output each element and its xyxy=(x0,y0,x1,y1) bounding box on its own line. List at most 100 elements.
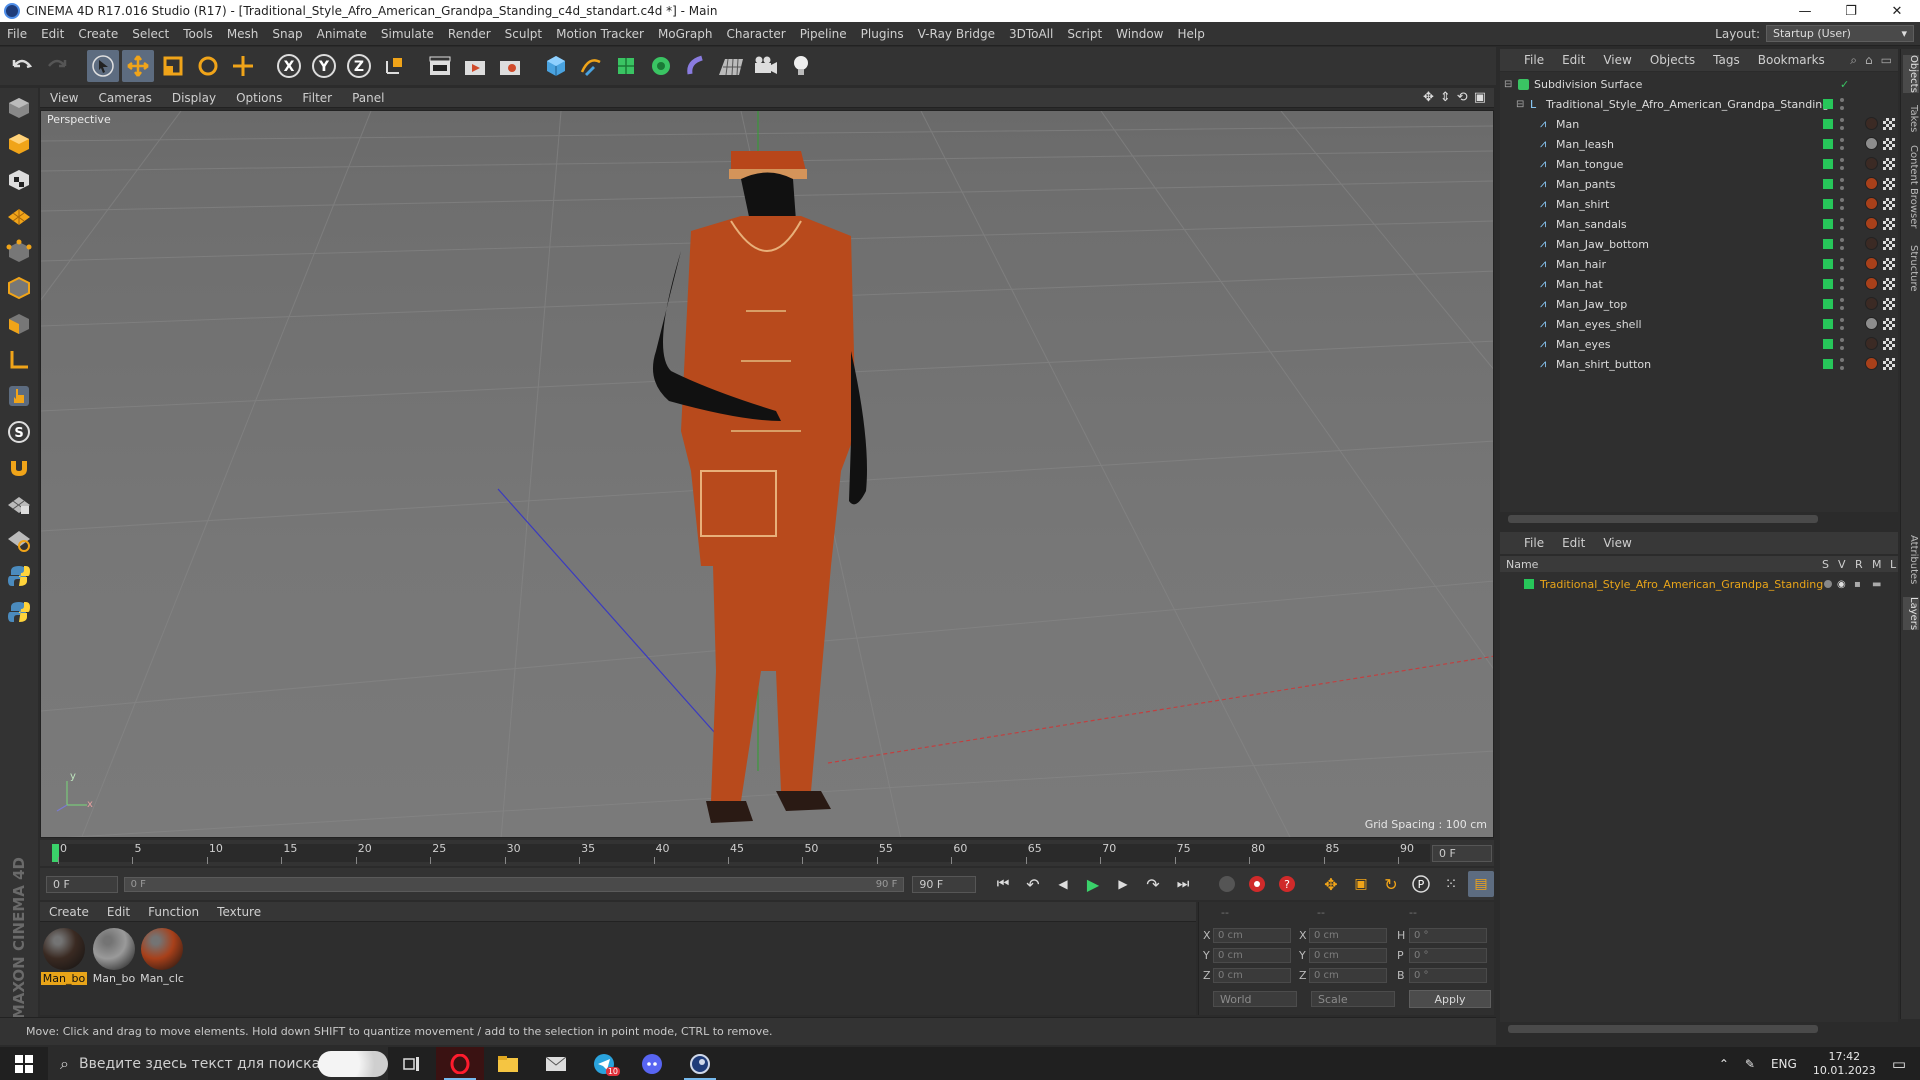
visibility-dots[interactable] xyxy=(1840,218,1844,230)
pos-y-field[interactable]: 0 cm xyxy=(1213,948,1291,963)
layer-color-swatch[interactable] xyxy=(1823,179,1833,189)
3d-viewport[interactable]: Perspective y x Grid Spacing : 100 cm xyxy=(40,110,1494,838)
texture-mode-button[interactable] xyxy=(3,164,35,196)
texture-tag-icon[interactable] xyxy=(1883,278,1895,290)
collapse-toggle-icon[interactable]: ⊟ xyxy=(1504,79,1512,90)
menu-simulate[interactable]: Simulate xyxy=(374,27,441,41)
menu-character[interactable]: Character xyxy=(719,27,792,41)
undo-button[interactable] xyxy=(6,50,38,82)
texture-tag-icon[interactable] xyxy=(1883,358,1895,370)
menu-script[interactable]: Script xyxy=(1060,27,1109,41)
visibility-dots[interactable] xyxy=(1840,278,1844,290)
texture-tag-icon[interactable] xyxy=(1883,178,1895,190)
material-item[interactable]: Man_clc xyxy=(140,928,184,985)
material-item[interactable]: Man_bo xyxy=(92,928,136,985)
cinema4d-app[interactable] xyxy=(676,1047,724,1080)
home-icon[interactable]: ⌂ xyxy=(1861,53,1877,67)
coordinate-system-button[interactable] xyxy=(378,50,410,82)
tab-attributes[interactable]: Attributes xyxy=(1903,535,1919,584)
object-row[interactable]: ⩘ Man_hat xyxy=(1500,274,1898,294)
object-row[interactable]: ⩘ Man_leash xyxy=(1500,134,1898,154)
points-mode-button[interactable] xyxy=(3,236,35,268)
layer-color-swatch[interactable] xyxy=(1823,159,1833,169)
magnet-button[interactable] xyxy=(3,452,35,484)
horizontal-scrollbar[interactable] xyxy=(1508,515,1818,523)
character-model[interactable] xyxy=(652,151,867,823)
polygons-mode-button[interactable] xyxy=(3,308,35,340)
layer-row[interactable]: Traditional_Style_Afro_American_Grandpa_… xyxy=(1500,574,1898,594)
material-tag-icon[interactable] xyxy=(1865,357,1878,370)
material-tag-icon[interactable] xyxy=(1865,137,1878,150)
tab-structure[interactable]: Structure xyxy=(1903,245,1919,292)
orbit-icon[interactable]: ⟲ xyxy=(1457,90,1468,105)
render-settings-button[interactable] xyxy=(494,50,526,82)
solo-dot[interactable] xyxy=(1824,580,1832,588)
visibility-dots[interactable] xyxy=(1840,198,1844,210)
viewport-menu-display[interactable]: Display xyxy=(162,91,226,105)
object-menu-tags[interactable]: Tags xyxy=(1704,53,1749,67)
material-tag-icon[interactable] xyxy=(1865,257,1878,270)
layer-color-swatch[interactable] xyxy=(1823,99,1833,109)
python-script-button[interactable] xyxy=(3,560,35,592)
viewport-menu-filter[interactable]: Filter xyxy=(292,91,342,105)
texture-tag-icon[interactable] xyxy=(1883,238,1895,250)
visibility-dots[interactable] xyxy=(1840,338,1844,350)
minimize-button[interactable]: — xyxy=(1782,0,1828,22)
object-row[interactable]: ⊟ Subdivision Surface ✓ xyxy=(1500,74,1898,94)
material-item[interactable]: Man_bo xyxy=(40,928,88,985)
record-active-button[interactable] xyxy=(1244,871,1270,897)
visibility-dots[interactable] xyxy=(1840,178,1844,190)
apply-button[interactable]: Apply xyxy=(1409,990,1491,1008)
texture-tag-icon[interactable] xyxy=(1883,158,1895,170)
visibility-dots[interactable] xyxy=(1840,98,1844,110)
render-icon[interactable]: ▪ xyxy=(1854,579,1861,590)
light-button[interactable] xyxy=(785,50,817,82)
rot-b-field[interactable]: 0 ° xyxy=(1409,968,1487,983)
manager-icon[interactable]: ▬ xyxy=(1872,579,1881,590)
live-selection-tool[interactable] xyxy=(87,50,119,82)
menu-3dtoall[interactable]: 3DToAll xyxy=(1002,27,1060,41)
visibility-dots[interactable] xyxy=(1840,238,1844,250)
object-menu-bookmarks[interactable]: Bookmarks xyxy=(1749,53,1834,67)
menu-help[interactable]: Help xyxy=(1170,27,1211,41)
object-row[interactable]: ⩘ Man_tongue xyxy=(1500,154,1898,174)
array-button[interactable] xyxy=(645,50,677,82)
menu-pipeline[interactable]: Pipeline xyxy=(793,27,854,41)
prev-key-button[interactable]: ↶ xyxy=(1020,871,1046,897)
layer-color-swatch[interactable] xyxy=(1823,319,1833,329)
tab-objects[interactable]: Objects xyxy=(1903,55,1919,93)
tab-takes[interactable]: Takes xyxy=(1903,105,1919,132)
menu-window[interactable]: Window xyxy=(1109,27,1170,41)
coordinate-mode-dropdown[interactable]: World xyxy=(1213,991,1297,1007)
opera-app[interactable] xyxy=(436,1047,484,1080)
tab-content-browser[interactable]: Content Browser xyxy=(1903,145,1919,228)
key-parameter-button[interactable]: P xyxy=(1408,871,1434,897)
close-button[interactable]: ✕ xyxy=(1874,0,1920,22)
menu-select[interactable]: Select xyxy=(125,27,176,41)
edges-mode-button[interactable] xyxy=(3,272,35,304)
material-tag-icon[interactable] xyxy=(1865,217,1878,230)
menu-sculpt[interactable]: Sculpt xyxy=(498,27,549,41)
material-tag-icon[interactable] xyxy=(1865,117,1878,130)
snap-button[interactable]: S xyxy=(3,416,35,448)
model-mode-button[interactable] xyxy=(3,128,35,160)
visibility-dots[interactable] xyxy=(1840,258,1844,270)
y-axis-lock[interactable]: Y xyxy=(308,50,340,82)
switch-view-icon[interactable]: ▣ xyxy=(1474,90,1486,105)
layer-color-swatch[interactable] xyxy=(1823,299,1833,309)
python-script-button-2[interactable] xyxy=(3,596,35,628)
goto-start-button[interactable]: ⏮ xyxy=(990,871,1016,897)
render-view-button[interactable] xyxy=(424,50,456,82)
recent-tool[interactable] xyxy=(227,50,259,82)
current-frame-field[interactable]: 0 F xyxy=(1432,845,1492,862)
layout-icon[interactable]: ▭ xyxy=(1877,53,1898,67)
menu-mograph[interactable]: MoGraph xyxy=(651,27,720,41)
texture-tag-icon[interactable] xyxy=(1883,198,1895,210)
search-icon[interactable]: ⌕ xyxy=(1846,53,1861,68)
menu-vray-bridge[interactable]: V-Ray Bridge xyxy=(911,27,1002,41)
collapse-toggle-icon[interactable]: ⊟ xyxy=(1516,99,1524,110)
menu-create[interactable]: Create xyxy=(71,27,125,41)
menu-motion-tracker[interactable]: Motion Tracker xyxy=(549,27,651,41)
object-row[interactable]: ⩘ Man_sandals xyxy=(1500,214,1898,234)
object-row[interactable]: ⩘ Man xyxy=(1500,114,1898,134)
